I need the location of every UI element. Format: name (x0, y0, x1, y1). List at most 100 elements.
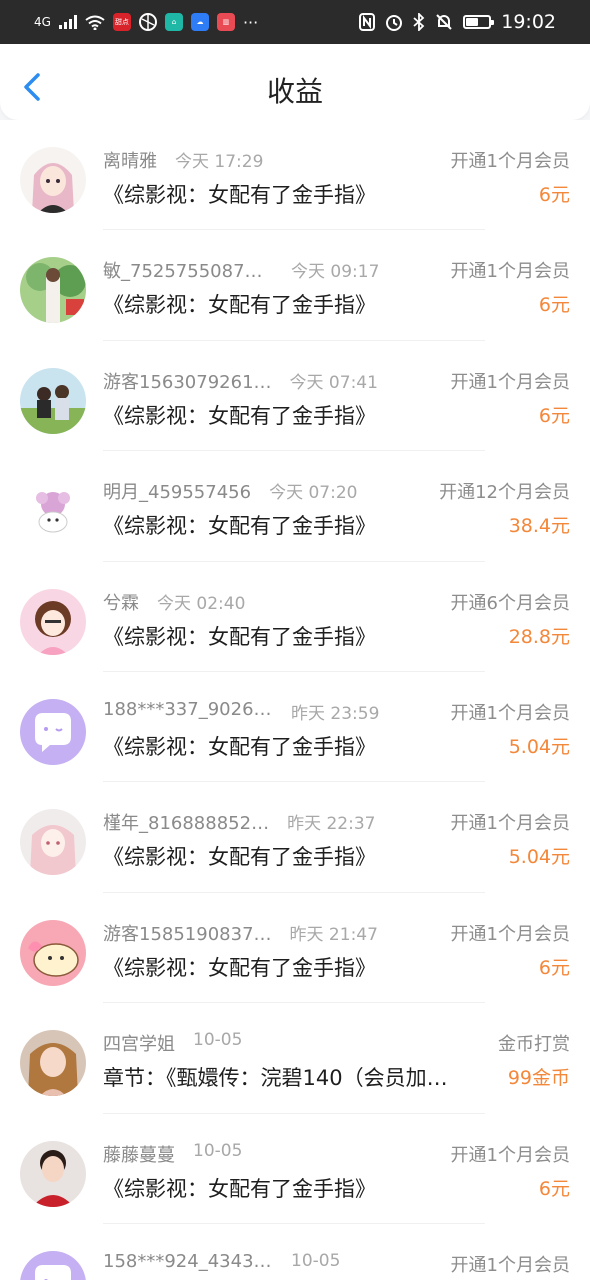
avatar[interactable] (20, 257, 86, 324)
book-title: 《综影视：女配有了金手指》 (103, 955, 376, 980)
record-meta: 游客1563079261… 今天 07:41 (103, 368, 378, 394)
bluetooth-icon (413, 13, 425, 31)
timestamp: 今天 09:17 (291, 262, 380, 283)
record-meta: 158***924_43434… 10-05 (103, 1251, 340, 1272)
avatar[interactable] (20, 698, 86, 765)
user-name: 槿年_816888852… (103, 813, 270, 835)
nfc-icon (359, 13, 376, 31)
record-meta: 游客1585190837… 昨天 21:47 (103, 920, 378, 946)
amount-value: 6元 (538, 1177, 570, 1200)
amount-value: 6元 (538, 184, 570, 206)
user-name: 兮霖 (103, 592, 139, 614)
list-item[interactable]: 离晴雅 今天 17:29 《综影视：女配有了金手指》 开通1个月会员 6元 (0, 120, 590, 231)
record-meta: 槿年_816888852… 昨天 22:37 (103, 809, 375, 835)
plan-label: 开通1个月会员 (450, 813, 570, 835)
list-item[interactable]: 188***337_90268… 昨天 23:59 《综影视：女配有了金手指》 … (0, 672, 590, 783)
top-bar: 收益 (0, 44, 590, 120)
plan-label: 开通1个月会员 (450, 923, 570, 945)
timestamp: 10-05 (193, 1030, 243, 1051)
record-meta: 离晴雅 今天 17:29 (103, 147, 263, 173)
book-title: 《综影视：女配有了金手指》 (103, 845, 376, 870)
user-name: 离晴雅 (103, 151, 157, 172)
avatar[interactable] (20, 809, 86, 876)
plan-label: 开通1个月会员 (450, 702, 570, 724)
avatar[interactable] (20, 147, 86, 213)
home-app-icon: ⌂ (164, 13, 183, 31)
record-meta: 敏_75257550877… 今天 09:17 (103, 257, 379, 283)
list-item[interactable]: 158***924_43434… 10-05 《综影视：女配有了金手指》 开通1… (0, 1224, 590, 1280)
list-item[interactable]: 藤藤蔓蔓 10-05 《综影视：女配有了金手指》 开通1个月会员 6元 (0, 1114, 590, 1225)
plan-label: 开通1个月会员 (450, 151, 570, 172)
user-name: 明月_459557456 (103, 482, 252, 504)
list-item[interactable]: 游客1585190837… 昨天 21:47 《综影视：女配有了金手指》 开通1… (0, 893, 590, 1004)
timestamp: 10-05 (291, 1250, 341, 1271)
book-title: 《综影视：女配有了金手指》 (103, 624, 376, 649)
user-name: 游客1563079261… (103, 371, 272, 393)
plan-label: 开通1个月会员 (450, 261, 570, 283)
user-name: 游客1585190837… (103, 923, 272, 945)
avatar[interactable] (20, 1030, 86, 1097)
avatar[interactable] (20, 919, 86, 986)
amount-value: 6元 (538, 404, 570, 427)
amount-value: 5.04元 (508, 735, 570, 758)
record-meta: 明月_459557456 今天 07:20 (103, 478, 357, 504)
record-meta: 藤藤蔓蔓 10-05 (103, 1141, 242, 1167)
signal-icon (58, 15, 77, 29)
timestamp: 今天 17:29 (175, 152, 264, 172)
user-name: 158***924_43434… (103, 1250, 273, 1272)
amount-value: 38.4元 (508, 515, 570, 538)
plan-label: 金币打赏 (498, 1034, 570, 1056)
book-app-icon: ▥ (216, 13, 235, 31)
amount-value: 6元 (538, 956, 570, 979)
timestamp: 昨天 21:47 (289, 924, 378, 945)
wifi-icon (85, 15, 105, 30)
app-badge-icon: 甜点 (112, 13, 131, 31)
more-notifications: ··· (242, 12, 259, 32)
plan-label: 开通1个月会员 (450, 371, 570, 393)
avatar[interactable] (20, 1140, 86, 1207)
avatar[interactable] (20, 367, 86, 434)
list-item[interactable]: 槿年_816888852… 昨天 22:37 《综影视：女配有了金手指》 开通1… (0, 782, 590, 894)
book-title: 《综影视：女配有了金手指》 (103, 1176, 376, 1201)
mute-bell-icon (435, 13, 453, 31)
battery-icon (463, 15, 495, 29)
plan-label: 开通1个月会员 (450, 1254, 570, 1276)
book-title: 《综影视：女配有了金手指》 (103, 183, 376, 207)
timestamp: 昨天 22:37 (287, 814, 376, 835)
amount-value: 99金币 (507, 1067, 570, 1090)
status-left: 4G 甜点 ⌂ ☁ ▥ ··· (34, 13, 258, 32)
book-title: 《综影视：女配有了金手指》 (103, 734, 376, 759)
list-item[interactable]: 四宫学姐 10-05 章节：《甄嬛传：浣碧140（会员加… 金币打赏 99金币 (0, 1003, 590, 1114)
timestamp: 昨天 23:59 (291, 703, 380, 724)
avatar[interactable] (20, 478, 86, 545)
list-item[interactable]: 游客1563079261… 今天 07:41 《综影视：女配有了金手指》 开通1… (0, 341, 590, 452)
cloud-app-icon: ☁ (190, 13, 209, 31)
avatar[interactable] (20, 1250, 86, 1280)
book-title: 《综影视：女配有了金手指》 (103, 403, 376, 428)
status-right: 19:02 (359, 11, 556, 33)
ball-icon (138, 13, 157, 31)
network-label: 4G (34, 15, 51, 29)
user-name: 藤藤蔓蔓 (103, 1144, 175, 1166)
amount-value: 28.8元 (508, 625, 570, 648)
plan-label: 开通1个月会员 (450, 1144, 570, 1166)
earnings-list: 离晴雅 今天 17:29 《综影视：女配有了金手指》 开通1个月会员 6元 敏_… (0, 120, 590, 1280)
amount-value: 6元 (538, 294, 570, 317)
list-item[interactable]: 敏_75257550877… 今天 09:17 《综影视：女配有了金手指》 开通… (0, 230, 590, 342)
avatar[interactable] (20, 588, 86, 655)
list-item[interactable]: 明月_459557456 今天 07:20 《综影视：女配有了金手指》 开通12… (0, 451, 590, 562)
list-item[interactable]: 兮霖 今天 02:40 《综影视：女配有了金手指》 开通6个月会员 28.8元 (0, 562, 590, 673)
user-name: 四宫学姐 (103, 1034, 175, 1056)
user-name: 敏_75257550877… (103, 261, 273, 283)
book-title: 《综影视：女配有了金手指》 (103, 293, 376, 318)
timestamp: 今天 02:40 (157, 593, 246, 614)
alarm-icon (385, 13, 403, 31)
status-bar: 4G 甜点 ⌂ ☁ ▥ ··· 19:02 (0, 0, 590, 44)
book-title: 章节：《甄嬛传：浣碧140（会员加… (103, 1066, 448, 1091)
user-name: 188***337_90268… (103, 698, 273, 720)
book-title: 《综影视：女配有了金手指》 (103, 514, 376, 539)
timestamp: 10-05 (193, 1140, 243, 1161)
timestamp: 今天 07:20 (269, 483, 358, 504)
record-meta: 兮霖 今天 02:40 (103, 589, 245, 615)
plan-label: 开通6个月会员 (450, 592, 570, 614)
